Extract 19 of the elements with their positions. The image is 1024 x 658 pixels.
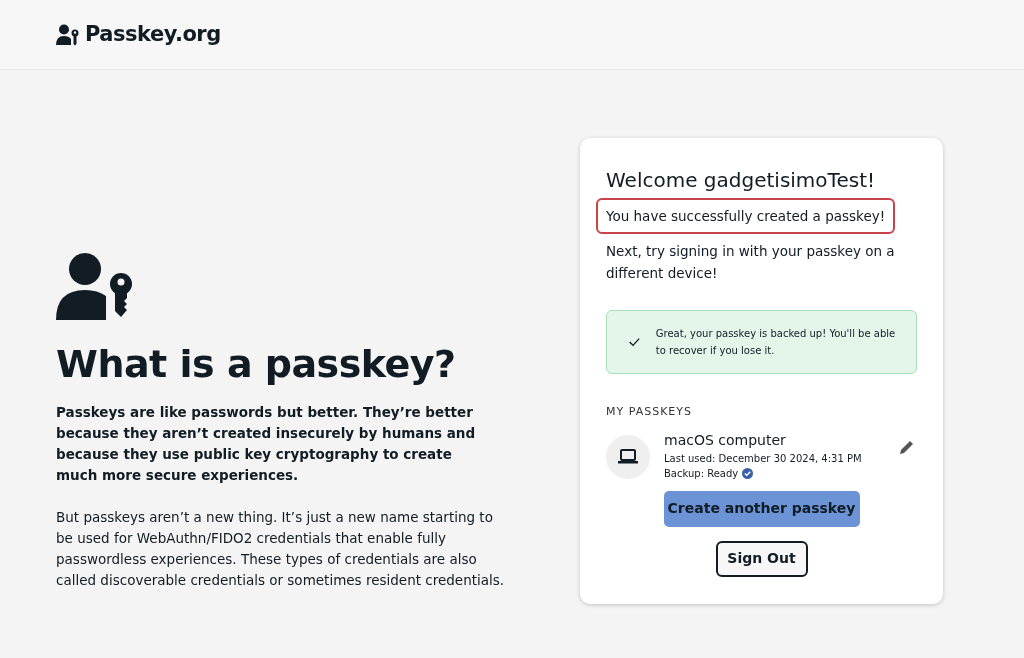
section-title: MY PASSKEYS <box>606 404 693 420</box>
sign-out-button[interactable]: Sign Out <box>715 540 808 577</box>
welcome-title: Welcome gadgetisimoTest! <box>606 167 876 194</box>
page-heading: What is a passkey? <box>56 341 457 388</box>
next-hint: Next, try signing in with your passkey on a different device! <box>606 242 896 283</box>
laptop-icon <box>618 449 638 464</box>
success-message: You have successfully created a passkey! <box>596 198 896 234</box>
backup-notice-text: Great, your passkey is backed up! You'll be able to recover if you lose it. <box>655 327 897 358</box>
logo-icon <box>56 23 80 46</box>
pencil-icon <box>899 438 915 455</box>
body-paragraph: But passkeys aren’t a new thing. It’s just a new name starting to be used for WebAuthn/FIDO2 credentials that enable fully passwordless experiences. These types of credentials are also called discoverable credentials or sometimes resident credentials. <box>56 508 506 590</box>
passkey-name: macOS computer <box>664 430 787 450</box>
check-icon <box>629 336 640 348</box>
backup-status: Backup: Ready <box>664 466 739 481</box>
logo-text[interactable]: Passkey.org <box>85 18 221 51</box>
last-used-text: Last used: December 30 2024, 4:31 PM <box>664 451 863 466</box>
lead-paragraph: Passkeys are like passwords but better. They’re better because they aren’t created insecurely by humans and because they use public key cryptography to create much more secure experiences. <box>56 403 477 485</box>
user-key-icon <box>56 252 134 322</box>
create-passkey-button[interactable]: Create another passkey <box>663 490 860 527</box>
